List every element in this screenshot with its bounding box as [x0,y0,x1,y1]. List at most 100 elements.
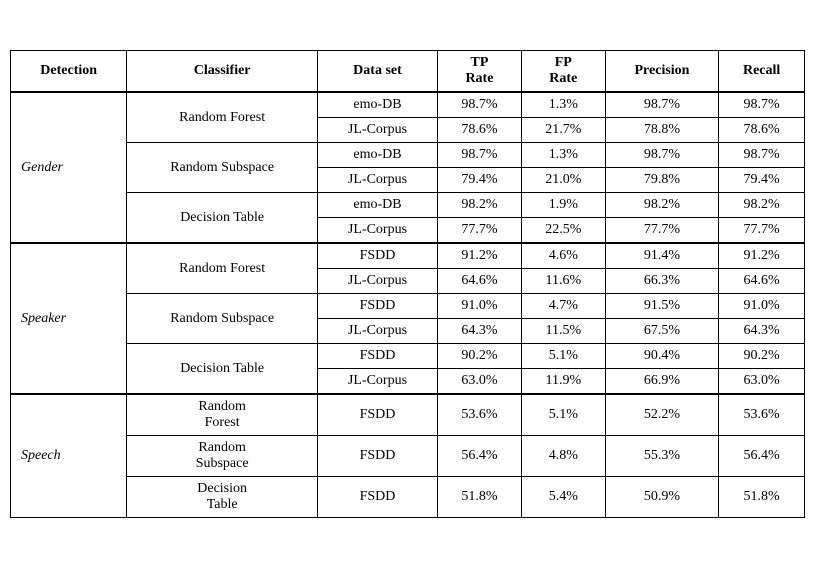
table-row: Random Subspaceemo-DB98.7%1.3%98.7%98.7% [11,143,805,168]
recall-cell: 90.2% [719,344,805,369]
recall-cell: 64.3% [719,319,805,344]
dataset-cell: FSDD [317,243,437,269]
classifier-cell: RandomForest [127,394,318,436]
tp-cell: 98.7% [438,92,522,118]
classifier-cell: Random Forest [127,243,318,294]
col-header-detection: Detection [11,51,127,93]
table-row: DecisionTableFSDD51.8%5.4%50.9%51.8% [11,477,805,518]
classifier-cell: Random Forest [127,92,318,143]
tp-cell: 51.8% [438,477,522,518]
precision-cell: 90.4% [605,344,719,369]
table-row: SpeechRandomForestFSDD53.6%5.1%52.2%53.6… [11,394,805,436]
recall-cell: 98.2% [719,193,805,218]
dataset-cell: JL-Corpus [317,218,437,244]
dataset-cell: FSDD [317,294,437,319]
classifier-cell: Decision Table [127,344,318,395]
dataset-cell: FSDD [317,344,437,369]
recall-cell: 64.6% [719,269,805,294]
precision-cell: 55.3% [605,436,719,477]
classifier-cell: RandomSubspace [127,436,318,477]
precision-cell: 78.8% [605,118,719,143]
recall-cell: 77.7% [719,218,805,244]
tp-cell: 78.6% [438,118,522,143]
tp-cell: 56.4% [438,436,522,477]
tp-cell: 91.2% [438,243,522,269]
detection-cell: Speaker [11,243,127,394]
table-row: Decision TableFSDD90.2%5.1%90.4%90.2% [11,344,805,369]
recall-cell: 98.7% [719,92,805,118]
tp-cell: 98.7% [438,143,522,168]
tp-cell: 77.7% [438,218,522,244]
tp-cell: 79.4% [438,168,522,193]
dataset-cell: JL-Corpus [317,319,437,344]
table-row: GenderRandom Forestemo-DB98.7%1.3%98.7%9… [11,92,805,118]
precision-cell: 79.8% [605,168,719,193]
recall-cell: 91.2% [719,243,805,269]
col-header-precision: Precision [605,51,719,93]
tp-cell: 64.3% [438,319,522,344]
fp-cell: 22.5% [521,218,605,244]
fp-cell: 4.7% [521,294,605,319]
col-header-tp: TPRate [438,51,522,93]
fp-cell: 11.5% [521,319,605,344]
tp-cell: 91.0% [438,294,522,319]
col-header-dataset: Data set [317,51,437,93]
precision-cell: 98.2% [605,193,719,218]
col-header-recall: Recall [719,51,805,93]
dataset-cell: JL-Corpus [317,118,437,143]
fp-cell: 21.7% [521,118,605,143]
results-table: Detection Classifier Data set TPRate FPR… [10,50,805,518]
precision-cell: 52.2% [605,394,719,436]
tp-cell: 63.0% [438,369,522,395]
dataset-cell: emo-DB [317,143,437,168]
dataset-cell: JL-Corpus [317,168,437,193]
recall-cell: 78.6% [719,118,805,143]
fp-cell: 11.6% [521,269,605,294]
precision-cell: 91.5% [605,294,719,319]
classifier-cell: Random Subspace [127,143,318,193]
tp-cell: 98.2% [438,193,522,218]
recall-cell: 56.4% [719,436,805,477]
col-header-classifier: Classifier [127,51,318,93]
recall-cell: 79.4% [719,168,805,193]
precision-cell: 98.7% [605,143,719,168]
recall-cell: 53.6% [719,394,805,436]
fp-cell: 1.9% [521,193,605,218]
fp-cell: 21.0% [521,168,605,193]
table-row: SpeakerRandom ForestFSDD91.2%4.6%91.4%91… [11,243,805,269]
dataset-cell: JL-Corpus [317,369,437,395]
recall-cell: 98.7% [719,143,805,168]
detection-cell: Speech [11,394,127,518]
fp-cell: 11.9% [521,369,605,395]
classifier-cell: DecisionTable [127,477,318,518]
table-container: Detection Classifier Data set TPRate FPR… [10,50,805,518]
detection-cell: Gender [11,92,127,243]
precision-cell: 77.7% [605,218,719,244]
tp-cell: 90.2% [438,344,522,369]
dataset-cell: FSDD [317,436,437,477]
fp-cell: 4.6% [521,243,605,269]
recall-cell: 63.0% [719,369,805,395]
classifier-cell: Random Subspace [127,294,318,344]
recall-cell: 51.8% [719,477,805,518]
table-row: Random SubspaceFSDD91.0%4.7%91.5%91.0% [11,294,805,319]
dataset-cell: FSDD [317,394,437,436]
precision-cell: 66.9% [605,369,719,395]
recall-cell: 91.0% [719,294,805,319]
precision-cell: 66.3% [605,269,719,294]
dataset-cell: emo-DB [317,193,437,218]
precision-cell: 98.7% [605,92,719,118]
tp-cell: 53.6% [438,394,522,436]
dataset-cell: FSDD [317,477,437,518]
table-row: RandomSubspaceFSDD56.4%4.8%55.3%56.4% [11,436,805,477]
dataset-cell: emo-DB [317,92,437,118]
fp-cell: 1.3% [521,143,605,168]
fp-cell: 5.1% [521,344,605,369]
col-header-fp: FPRate [521,51,605,93]
fp-cell: 4.8% [521,436,605,477]
fp-cell: 5.4% [521,477,605,518]
fp-cell: 1.3% [521,92,605,118]
precision-cell: 67.5% [605,319,719,344]
precision-cell: 91.4% [605,243,719,269]
tp-cell: 64.6% [438,269,522,294]
